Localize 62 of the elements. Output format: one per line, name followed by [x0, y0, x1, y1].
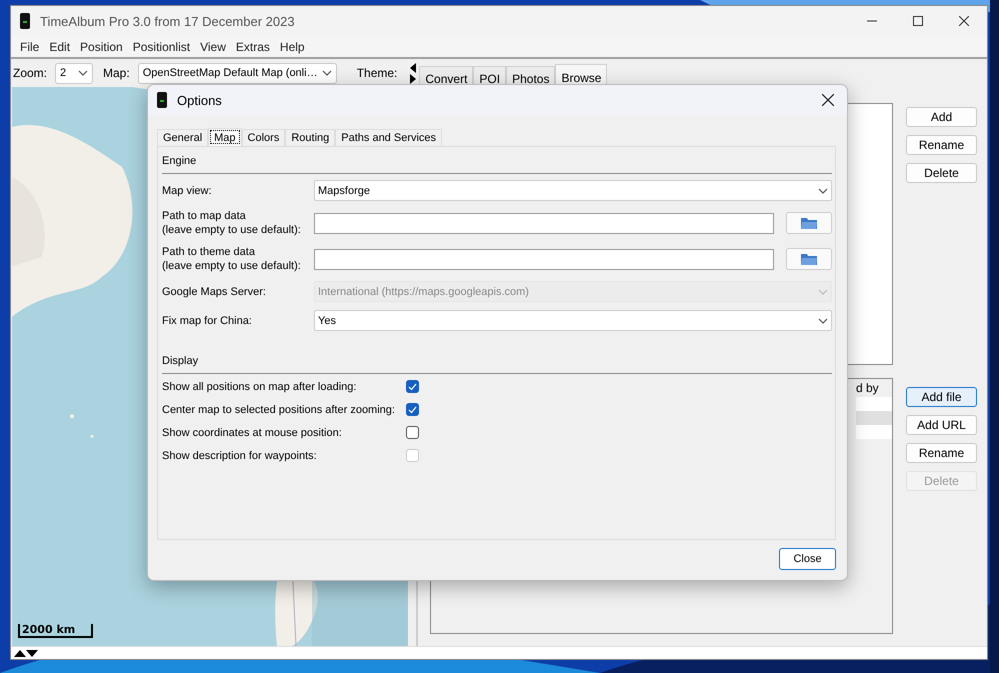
close-icon[interactable]: [959, 16, 969, 26]
input-field[interactable]: [314, 212, 774, 234]
menu-item[interactable]: Edit: [44, 40, 76, 54]
chevron-icon: [818, 188, 828, 194]
folder-icon: [801, 217, 817, 229]
map-label: Map:: [103, 66, 130, 80]
menu-item[interactable]: File: [15, 40, 44, 54]
menu-item[interactable]: Position: [75, 40, 128, 54]
field-label: Path to map data (leave empty to use default):: [162, 209, 302, 237]
chevron-icon: [322, 70, 332, 76]
field-label: Map view:: [162, 184, 213, 198]
chevron-icon: [78, 70, 88, 76]
section-heading: Display: [162, 353, 832, 374]
dropdown[interactable]: Mapsforge: [314, 180, 832, 201]
chevron-icon: [818, 288, 828, 294]
tab[interactable]: Map: [208, 128, 242, 146]
splitter-arrows-icon[interactable]: [409, 61, 418, 85]
app-icon: [157, 92, 167, 108]
maximize-icon[interactable]: [913, 16, 923, 26]
zoom-dropdown[interactable]: 2: [55, 62, 94, 84]
field-label: Path to theme data (leave empty to use default):: [162, 245, 302, 273]
folder-icon: [801, 253, 817, 265]
checkbox[interactable]: [406, 426, 419, 439]
column-header: d by: [856, 380, 880, 397]
theme-label: Theme:: [356, 66, 398, 80]
tab[interactable]: Colors: [242, 129, 286, 146]
tab[interactable]: Routing: [285, 129, 336, 146]
checkbox[interactable]: [406, 380, 419, 393]
field-label: Google Maps Server:: [162, 284, 267, 298]
close-button[interactable]: Close: [779, 548, 836, 570]
up-down-arrows-icon[interactable]: [14, 649, 38, 657]
button[interactable]: Add: [906, 107, 977, 127]
close-icon[interactable]: [822, 94, 834, 106]
checkbox-label: Show all positions on map after loading:: [162, 380, 358, 392]
window-title: TimeAlbum Pro 3.0 from 17 December 2023: [40, 14, 296, 28]
section-heading: Engine: [162, 153, 832, 174]
tab[interactable]: General: [157, 129, 208, 146]
browse-button[interactable]: [786, 212, 832, 234]
checkbox[interactable]: [406, 403, 419, 416]
field-label: Fix map for China:: [162, 314, 253, 328]
menu-item[interactable]: Extras: [230, 40, 275, 54]
menu-item[interactable]: Help: [274, 40, 310, 54]
button[interactable]: Add file: [906, 387, 977, 407]
checkbox-label: Center map to selected positions after zooming:: [162, 404, 396, 416]
button[interactable]: Rename: [906, 443, 977, 463]
button[interactable]: Rename: [906, 135, 977, 155]
dropdown[interactable]: Yes: [314, 310, 832, 331]
zoom-label: Zoom:: [13, 66, 48, 80]
checkbox-label: Show description for waypoints:: [162, 450, 318, 462]
map-dropdown[interactable]: OpenStreetMap Default Map (onli…: [138, 62, 337, 84]
menu-item[interactable]: View: [195, 40, 231, 54]
checkbox-label: Show coordinates at mouse position:: [162, 426, 343, 438]
button[interactable]: Add URL: [906, 415, 977, 435]
app-icon: [20, 13, 30, 29]
tab[interactable]: Paths and Services: [335, 129, 442, 146]
input-field[interactable]: [314, 248, 774, 270]
scale-bar: 2000 km: [18, 624, 94, 638]
menu-item[interactable]: Positionlist: [128, 40, 196, 54]
browse-button[interactable]: [786, 248, 832, 270]
button[interactable]: Delete: [906, 163, 977, 183]
dialog-title: Options: [177, 92, 223, 108]
chevron-icon: [818, 318, 828, 324]
